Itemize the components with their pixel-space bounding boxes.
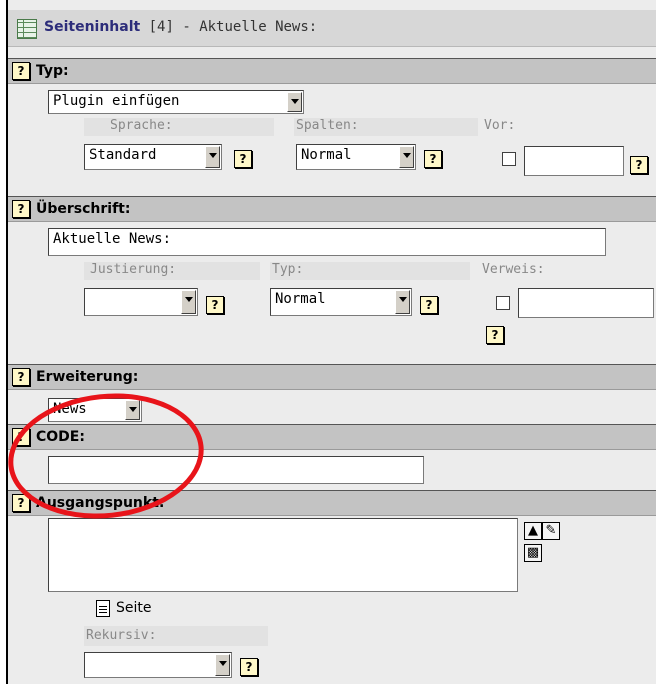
section-label-erweiterung: Erweiterung: — [36, 369, 139, 385]
section-header-typ: ? Typ: — [8, 58, 656, 84]
help-icon[interactable]: ? — [630, 156, 648, 174]
help-icon[interactable]: ? — [486, 326, 504, 344]
help-icon[interactable]: ? — [240, 658, 258, 676]
typ-select-value: Plugin einfügen — [53, 93, 180, 109]
typ2-select-value: Normal — [275, 291, 326, 307]
title-bar: Seiteninhalt [4] - Aktuelle News: — [8, 10, 656, 47]
spalten-select-value: Normal — [301, 147, 352, 163]
help-icon[interactable]: ? — [206, 296, 224, 314]
chevron-down-icon[interactable] — [125, 400, 140, 420]
page-title: Seiteninhalt [4] - Aktuelle News: — [44, 19, 317, 35]
typ-select[interactable]: Plugin einfügen — [48, 90, 304, 114]
verweis-checkbox[interactable] — [496, 296, 510, 310]
help-icon[interactable]: ? — [234, 150, 252, 168]
move-up-icon[interactable]: ▲ — [524, 522, 542, 540]
chevron-down-icon[interactable] — [399, 146, 414, 168]
justierung-label: Justierung: — [90, 262, 177, 277]
section-label-typ: Typ: — [36, 63, 69, 79]
page-icon — [96, 600, 110, 617]
sprache-select[interactable]: Standard — [84, 144, 222, 170]
page-title-rest: [4] - Aktuelle News: — [140, 19, 318, 35]
section-label-ausgangspunkt: Ausgangspunkt: — [36, 495, 165, 511]
section-label-ueberschrift: Überschrift: — [36, 201, 131, 217]
section-header-code: ? CODE: — [8, 424, 656, 450]
chevron-down-icon[interactable] — [287, 92, 302, 112]
help-icon[interactable]: ? — [12, 200, 30, 218]
rekursiv-label: Rekursiv: — [86, 628, 157, 643]
help-icon[interactable]: ? — [12, 368, 30, 386]
rekursiv-select[interactable] — [84, 652, 232, 678]
help-icon[interactable]: ? — [12, 428, 30, 446]
help-icon[interactable]: ? — [420, 296, 438, 314]
help-icon[interactable]: ? — [12, 62, 30, 80]
chevron-down-icon[interactable] — [181, 290, 196, 314]
section-header-ausgangspunkt: ? Ausgangspunkt: — [8, 490, 656, 516]
seite-label[interactable]: Seite — [116, 600, 152, 616]
erweiterung-select[interactable]: News — [48, 398, 142, 422]
help-icon[interactable]: ? — [12, 494, 30, 512]
erweiterung-select-value: News — [53, 401, 87, 417]
table-icon — [17, 19, 37, 39]
chevron-down-icon[interactable] — [205, 146, 220, 168]
chevron-down-icon[interactable] — [215, 654, 230, 676]
section-header-erweiterung: ? Erweiterung: — [8, 364, 656, 390]
verweis-label: Verweis: — [482, 262, 545, 277]
vor-label: Vor: — [484, 118, 516, 133]
sprache-select-value: Standard — [89, 147, 157, 163]
spalten-select[interactable]: Normal — [296, 144, 416, 170]
section-header-ueberschrift: ? Überschrift: — [8, 196, 656, 222]
spalten-label: Spalten: — [296, 118, 359, 133]
page-title-bold[interactable]: Seiteninhalt — [44, 19, 140, 35]
typ2-select[interactable]: Normal — [270, 288, 412, 316]
help-icon[interactable]: ? — [424, 150, 442, 168]
justierung-select[interactable] — [84, 288, 198, 316]
trash-icon[interactable]: ▩ — [524, 544, 542, 562]
typ2-label: Typ: — [272, 262, 304, 277]
ueberschrift-input[interactable]: Aktuelle News: — [48, 228, 606, 256]
vor-input[interactable] — [524, 146, 624, 176]
verweis-input[interactable] — [518, 288, 654, 318]
vor-checkbox[interactable] — [502, 152, 516, 166]
browse-icon[interactable]: ✎ — [542, 522, 560, 540]
code-input[interactable] — [48, 456, 424, 484]
sprache-label: Sprache: — [110, 118, 173, 133]
section-label-code: CODE: — [36, 429, 85, 445]
chevron-down-icon[interactable] — [395, 290, 410, 314]
ausgangspunkt-list[interactable] — [48, 518, 518, 592]
